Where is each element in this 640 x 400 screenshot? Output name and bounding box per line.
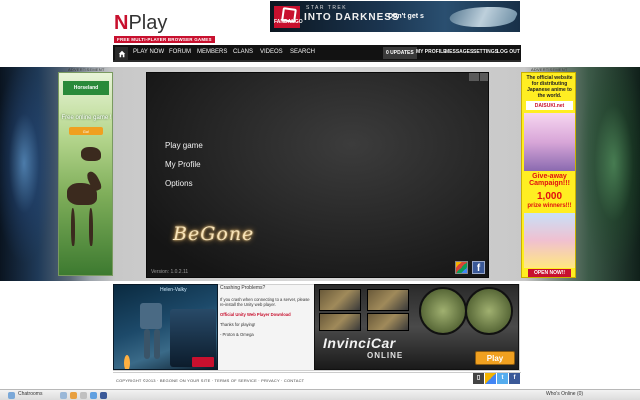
fandango-logo: FANDANGO	[274, 6, 303, 28]
horse-image	[81, 147, 101, 161]
prize-count: 1,000	[536, 191, 563, 202]
robot-leg	[144, 329, 150, 359]
daisuki-logo: DAISUKI.net	[526, 101, 573, 110]
chat-bar: Chatrooms Who's Online (0)	[0, 389, 640, 400]
invincicar-subtitle: ONLINE	[367, 351, 404, 360]
app-icon[interactable]	[90, 392, 97, 399]
ad-screenshot	[319, 313, 361, 331]
updates-badge[interactable]: 0 UPDATES	[383, 47, 417, 59]
facebook-icon[interactable]: f	[509, 373, 520, 384]
facebook-icon[interactable]: f	[472, 261, 485, 274]
menu-options[interactable]: Options	[165, 179, 193, 188]
open-now-button[interactable]: OPEN NOW!!	[528, 269, 571, 277]
unity-download-link[interactable]: Official Unity Web Player Download	[220, 312, 314, 317]
prize-winners-text: prize winners!!!	[527, 203, 572, 209]
begone-logo: BeGone	[173, 223, 255, 245]
robot-leg	[154, 329, 160, 359]
horse-leg	[71, 208, 75, 246]
app-icon[interactable]	[100, 392, 107, 399]
main-nav: PLAY NOW FORUM MEMBERS CLANS VIDEOS SEAR…	[113, 45, 521, 62]
ad-screenshot	[367, 289, 409, 311]
giveaway-text: Give-away Campaign!!!	[529, 173, 570, 187]
crash-thanks: Thanks for playing!	[220, 322, 256, 327]
crash-signature: - Proton & Omega	[220, 332, 254, 337]
ad-right-text: The official website for distributing Ja…	[526, 75, 573, 99]
mobile-icon[interactable]: ▯	[473, 373, 484, 384]
nav-my-profile[interactable]: MY PROFILE	[416, 49, 446, 55]
chatrooms-button[interactable]: Chatrooms	[18, 391, 42, 397]
game-player[interactable]: Play game My Profile Options BeGone Vers…	[146, 72, 489, 278]
nav-log-out[interactable]: LOG OUT	[497, 49, 520, 55]
nav-videos[interactable]: VIDEOS	[260, 49, 283, 55]
twitter-icon[interactable]: t	[497, 373, 508, 384]
google-plus-icon[interactable]	[455, 261, 468, 274]
banner-cta: Don't get s	[388, 13, 424, 20]
site-tagline: FREE MULTI-PLAYER BROWSER GAMES	[114, 36, 215, 43]
horse-leg	[89, 208, 93, 246]
top-banner-ad[interactable]: FANDANGO STAR TREK INTO DARKNESS Don't g…	[270, 1, 520, 32]
menu-play-game[interactable]: Play game	[165, 141, 203, 150]
nav-search[interactable]: SEARCH	[290, 49, 315, 55]
promo-name: Helen-Valky	[160, 287, 187, 293]
nav-messages[interactable]: MESSAGES	[445, 49, 473, 55]
logo-letter: N	[114, 12, 129, 34]
campaign-image	[524, 213, 575, 268]
nav-forum[interactable]: FORUM	[169, 49, 191, 55]
logo-text: Play	[128, 12, 168, 34]
site-footer: COPYRIGHT ©2013 · BEGONE ON YOUR SITE · …	[113, 372, 521, 384]
nav-members[interactable]: MEMBERS	[197, 49, 227, 55]
background-art-right	[575, 67, 640, 281]
ad-left-text: Free online game !	[61, 115, 112, 121]
invincicar-play-button[interactable]: Play	[475, 351, 515, 365]
invincicar-ad[interactable]: InvinciCar ONLINE Play	[314, 284, 519, 370]
minimize-icon[interactable]	[469, 73, 479, 81]
banner-title: INTO DARKNESS	[304, 12, 400, 23]
game-version: Version: 1.0.2.11	[151, 269, 189, 275]
nav-clans[interactable]: CLANS	[233, 49, 253, 55]
robot-body	[140, 303, 162, 329]
site-header: NPlay FREE MULTI-PLAYER BROWSER GAMES FA…	[0, 0, 640, 67]
crash-notice: Crashing Problems? If you crash when con…	[220, 286, 314, 342]
whos-online-button[interactable]: Who's Online (0)	[546, 391, 583, 397]
starship-image	[445, 7, 520, 27]
left-skyscraper-ad[interactable]: Horseland Free online game ! Go!	[58, 72, 113, 276]
right-skyscraper-ad[interactable]: The official website for distributing Ja…	[521, 72, 576, 278]
chat-icon[interactable]	[8, 392, 15, 399]
app-icon[interactable]	[60, 392, 67, 399]
ad-left-go-button[interactable]: Go!	[69, 127, 103, 135]
promo-badge	[192, 357, 214, 367]
banner-series: STAR TREK	[306, 5, 348, 11]
scope-image	[419, 287, 467, 335]
anime-characters-image	[524, 113, 575, 171]
thruster-flame	[124, 355, 130, 369]
invincicar-title: InvinciCar	[323, 335, 396, 351]
crash-heading: Crashing Problems?	[220, 285, 266, 291]
helen-valky-promo[interactable]: Helen-Valky	[113, 284, 218, 370]
ad-screenshot	[319, 289, 361, 311]
app-icon[interactable]	[70, 392, 77, 399]
footer-links[interactable]: COPYRIGHT ©2013 · BEGONE ON YOUR SITE · …	[116, 378, 304, 383]
home-icon[interactable]	[115, 47, 128, 60]
site-logo[interactable]: NPlay	[114, 12, 167, 35]
ad-screenshot	[367, 313, 409, 331]
crash-instructions: If you crash when connecting to a server…	[220, 297, 310, 307]
scope-image	[465, 287, 513, 335]
google-plus-icon[interactable]	[485, 373, 496, 384]
menu-my-profile[interactable]: My Profile	[165, 160, 201, 169]
horseland-logo: Horseland	[63, 81, 109, 95]
nav-play-now[interactable]: PLAY NOW	[133, 49, 164, 55]
nav-settings[interactable]: SETTINGS	[473, 49, 498, 55]
app-icon[interactable]	[80, 392, 87, 399]
background-art-left	[0, 67, 60, 281]
fullscreen-icon[interactable]	[480, 73, 488, 81]
